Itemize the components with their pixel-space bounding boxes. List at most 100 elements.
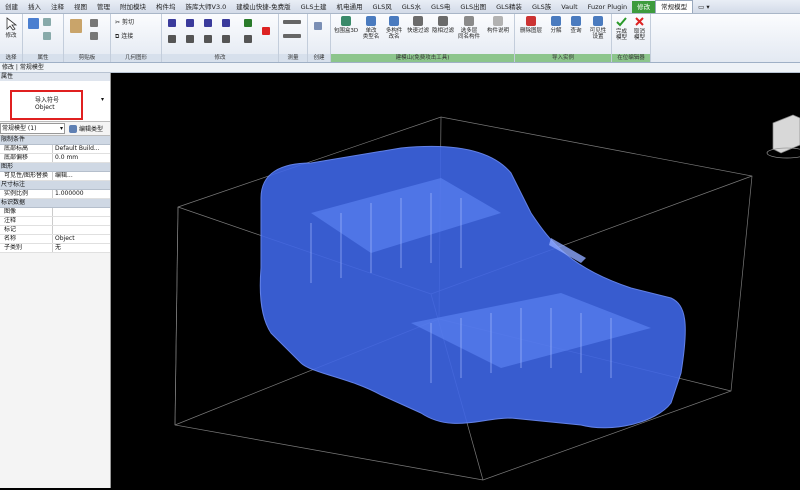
create-panel-label: 创建 — [308, 54, 330, 62]
property-value[interactable]: 0.0 mm — [53, 154, 110, 162]
dimension-icon[interactable] — [283, 34, 301, 38]
edit-type-label: 编辑类型 — [79, 126, 104, 133]
multi-rename-button[interactable]: 多构件 改名 — [383, 16, 405, 40]
quick-filter-button[interactable]: 快速过滤 — [406, 16, 430, 34]
ribbon-tab[interactable]: 注释 — [46, 1, 69, 13]
modify-button[interactable]: 修改 — [3, 17, 19, 39]
ribbon-tab[interactable]: GLS风 — [367, 1, 396, 13]
property-value[interactable]: 无 — [53, 244, 110, 252]
match-type-icon[interactable] — [90, 32, 98, 40]
paste-icon[interactable] — [70, 19, 82, 33]
property-group-header[interactable]: 图形 — [0, 163, 110, 172]
ribbon-tab[interactable]: GLS电 — [426, 1, 455, 13]
explode-button[interactable]: 分解 — [547, 16, 565, 34]
move-icon[interactable] — [168, 35, 176, 43]
delete-layer-button[interactable]: 删除图层 — [517, 16, 545, 34]
property-group-header[interactable]: 限制条件 — [0, 136, 110, 145]
viewcube[interactable] — [766, 114, 800, 159]
layers-icon — [464, 16, 474, 26]
ribbon-tab[interactable]: Vault — [556, 1, 582, 13]
type-image-area[interactable]: 导入符号 Object ▾ — [0, 81, 110, 122]
ribbon-tab[interactable]: 建模山快捷-免费版 — [231, 1, 295, 13]
properties-panel: 属性 — [23, 14, 64, 62]
close-icon — [635, 17, 644, 26]
property-value[interactable]: 编辑... — [53, 172, 110, 180]
ribbon-tab[interactable]: 创建 — [0, 1, 23, 13]
ribbon-tab[interactable]: 族库大师V3.0 — [181, 1, 232, 13]
properties-palette: 属性 导入符号 Object ▾ 常规模型 (1) ▾ 编辑类型 限制条件 底部标… — [0, 73, 111, 488]
ribbon-tab[interactable]: 插入 — [23, 1, 46, 13]
offset-icon[interactable] — [186, 19, 194, 27]
array-icon[interactable] — [244, 19, 252, 27]
rotate-icon[interactable] — [204, 35, 212, 43]
split-icon[interactable] — [222, 19, 230, 27]
query-button[interactable]: 查询 — [567, 16, 585, 34]
modify-panel-label: 修改 — [162, 54, 278, 62]
cancel-model-button[interactable]: 取消 模型 — [631, 16, 648, 41]
property-group-header[interactable]: 尺寸标注 — [0, 181, 110, 190]
ribbon-extra-toggle[interactable]: ▭ ▾ — [693, 1, 714, 13]
property-value[interactable]: Default Build... — [53, 145, 110, 153]
property-grid: 限制条件 底部标高 Default Build... 底部偏移 0.0 mm 图形 可见性/… — [0, 136, 110, 253]
bbox3d-label: 包围盒3D — [333, 28, 359, 34]
multi-rename-icon — [389, 16, 399, 26]
model-view[interactable] — [111, 73, 800, 488]
property-value[interactable] — [53, 217, 110, 225]
create-group-icon[interactable] — [314, 22, 322, 30]
select-panel-label[interactable]: 选择 — [0, 54, 22, 62]
ribbon-tab[interactable]: 构件坞 — [151, 1, 181, 13]
ribbon-tab[interactable]: 视图 — [69, 1, 92, 13]
single-rename-button[interactable]: 单改 类型名 — [360, 16, 382, 40]
ribbon-tab[interactable]: 附加模块 — [115, 1, 151, 13]
delete-layer-icon — [526, 16, 536, 26]
hide-filter-button[interactable]: 隐相过滤 — [431, 16, 455, 34]
component-info-button[interactable]: 构件说明 — [484, 16, 512, 34]
property-group-header[interactable]: 标识数据 — [0, 199, 110, 208]
join-label: 连接 — [121, 33, 134, 40]
ribbon-tab[interactable]: GLS出图 — [455, 1, 491, 13]
3d-viewport[interactable] — [111, 73, 800, 488]
create-panel: 创建 — [308, 14, 331, 62]
ribbon-tab[interactable]: GLS精装 — [491, 1, 527, 13]
single-rename-icon — [366, 16, 376, 26]
type-selector[interactable]: 常规模型 (1) ▾ — [0, 123, 65, 134]
select-multi-button[interactable]: 选多层 同名构件 — [456, 16, 482, 40]
ribbon-tab-bar: 创建 插入 注释 视图 管理 附加模块 构件坞 族库大师V3.0 建模山快捷-免费版 GLS土建机… — [0, 0, 800, 14]
align-icon[interactable] — [168, 19, 176, 27]
ribbon-tab[interactable]: 修改 — [632, 1, 656, 13]
properties-icon[interactable] — [28, 18, 39, 29]
chevron-down-icon[interactable]: ▾ — [101, 96, 104, 103]
copy-element-icon[interactable] — [186, 35, 194, 43]
finish-model-button[interactable]: 完成 模型 — [613, 16, 630, 41]
scale-icon[interactable] — [244, 35, 252, 43]
measure-icon[interactable] — [283, 20, 301, 24]
delete-icon[interactable] — [262, 27, 270, 35]
property-value[interactable] — [53, 208, 110, 216]
ribbon-tab[interactable]: 机电通用 — [331, 1, 367, 13]
family-category-icon[interactable] — [43, 32, 51, 40]
property-value[interactable]: 1.000000 — [53, 190, 110, 198]
edit-type-button[interactable]: 编辑类型 — [69, 124, 103, 133]
property-value[interactable]: Object — [53, 235, 110, 243]
property-value[interactable] — [53, 226, 110, 234]
visibility-label: 可见性 设置 — [589, 28, 607, 40]
query-label: 查询 — [570, 28, 582, 34]
ribbon-tab[interactable]: 常规模型 — [655, 0, 694, 13]
mirror-icon[interactable] — [204, 19, 212, 27]
copy-icon[interactable] — [90, 19, 98, 27]
cut-button[interactable]: ✂ 剪切 — [115, 20, 134, 26]
join-button[interactable]: ⧉ 连接 — [115, 34, 133, 40]
ribbon: 修改 选择 属性 剪贴板 ✂ 剪切 ⧉ 连接 几何图形 修改 测量 创建 包围盒… — [0, 14, 800, 63]
ribbon-tab[interactable]: 管理 — [92, 1, 115, 13]
component-info-label: 构件说明 — [486, 28, 509, 34]
type-properties-icon[interactable] — [43, 18, 51, 26]
bbox3d-button[interactable]: 包围盒3D — [333, 16, 359, 34]
property-key: 名称 — [0, 235, 53, 243]
ribbon-tab[interactable]: Fuzor Plugin — [583, 1, 633, 13]
ribbon-tab[interactable]: GLS土建 — [296, 1, 332, 13]
ribbon-tab[interactable]: GLS水 — [397, 1, 426, 13]
trim-icon[interactable] — [222, 35, 230, 43]
visibility-button[interactable]: 可见性 设置 — [587, 16, 609, 40]
ribbon-tab[interactable]: GLS族 — [527, 1, 556, 13]
context-bar: 修改 | 常规模型 — [0, 63, 800, 73]
